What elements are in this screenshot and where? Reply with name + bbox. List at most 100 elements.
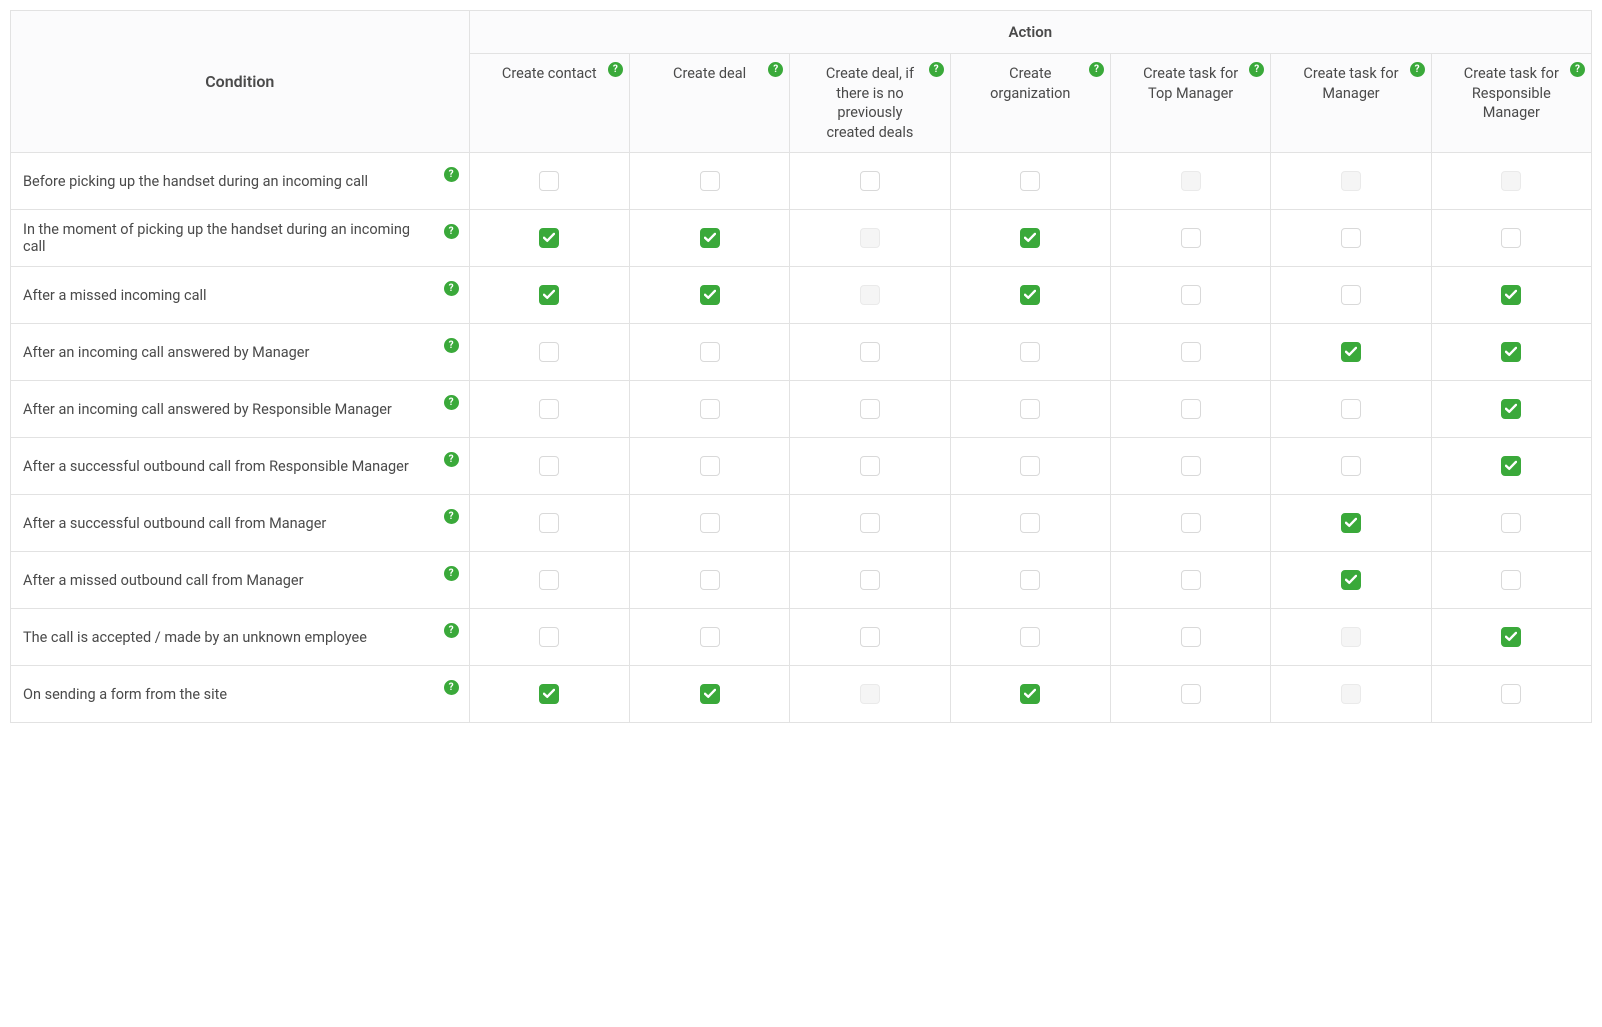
checkbox-before-pickup-incoming-create-organization[interactable]	[1020, 171, 1040, 191]
help-icon-condition-call-unknown-employee[interactable]: ?	[444, 623, 459, 638]
help-icon-condition-after-successful-outbound-manager[interactable]: ?	[444, 509, 459, 524]
help-icon-action-create-task-responsible-manager[interactable]: ?	[1570, 62, 1585, 77]
check-cell	[1431, 666, 1591, 723]
checkbox-after-incoming-answered-manager-create-task-top-manager[interactable]	[1181, 342, 1201, 362]
condition-label: After a successful outbound call from Re…	[23, 458, 409, 475]
checkbox-after-missed-incoming-create-task-manager[interactable]	[1341, 285, 1361, 305]
action-header-label: Create task for Manager	[1296, 64, 1406, 103]
checkbox-moment-pickup-incoming-create-deal-if-none	[860, 228, 880, 248]
help-icon-condition-after-successful-outbound-responsible[interactable]: ?	[444, 452, 459, 467]
checkbox-after-successful-outbound-responsible-create-task-responsible-manager[interactable]	[1501, 456, 1521, 476]
checkbox-moment-pickup-incoming-create-contact[interactable]	[539, 228, 559, 248]
checkbox-call-unknown-employee-create-contact[interactable]	[539, 627, 559, 647]
checkbox-moment-pickup-incoming-create-task-manager[interactable]	[1341, 228, 1361, 248]
help-icon-action-create-deal-if-none[interactable]: ?	[929, 62, 944, 77]
checkbox-after-missed-outbound-manager-create-task-manager[interactable]	[1341, 570, 1361, 590]
table-row: The call is accepted / made by an unknow…	[11, 609, 1592, 666]
checkbox-call-unknown-employee-create-deal[interactable]	[700, 627, 720, 647]
checkbox-on-sending-form-create-contact[interactable]	[539, 684, 559, 704]
checkbox-moment-pickup-incoming-create-task-top-manager[interactable]	[1181, 228, 1201, 248]
checkbox-on-sending-form-create-task-responsible-manager[interactable]	[1501, 684, 1521, 704]
checkbox-before-pickup-incoming-create-contact[interactable]	[539, 171, 559, 191]
checkbox-after-missed-outbound-manager-create-contact[interactable]	[539, 570, 559, 590]
check-cell	[1271, 666, 1431, 723]
checkbox-on-sending-form-create-deal-if-none	[860, 684, 880, 704]
checkbox-after-missed-outbound-manager-create-deal[interactable]	[700, 570, 720, 590]
checkbox-after-incoming-answered-manager-create-contact[interactable]	[539, 342, 559, 362]
action-header-create-organization: Create organization?	[950, 54, 1110, 153]
checkbox-after-successful-outbound-responsible-create-organization[interactable]	[1020, 456, 1040, 476]
help-icon-action-create-deal[interactable]: ?	[768, 62, 783, 77]
checkbox-after-missed-incoming-create-organization[interactable]	[1020, 285, 1040, 305]
checkbox-after-successful-outbound-manager-create-deal[interactable]	[700, 513, 720, 533]
checkbox-after-missed-incoming-create-contact[interactable]	[539, 285, 559, 305]
checkbox-after-missed-incoming-create-task-top-manager[interactable]	[1181, 285, 1201, 305]
checkbox-after-successful-outbound-responsible-create-contact[interactable]	[539, 456, 559, 476]
help-icon-condition-after-incoming-answered-responsible[interactable]: ?	[444, 395, 459, 410]
action-header-create-task-manager: Create task for Manager?	[1271, 54, 1431, 153]
checkbox-after-successful-outbound-responsible-create-task-manager[interactable]	[1341, 456, 1361, 476]
action-header-label: Create task for Responsible Manager	[1456, 64, 1566, 123]
check-cell	[469, 153, 629, 210]
checkbox-after-incoming-answered-manager-create-task-responsible-manager[interactable]	[1501, 342, 1521, 362]
checkbox-after-incoming-answered-manager-create-deal[interactable]	[700, 342, 720, 362]
checkbox-after-incoming-answered-responsible-create-deal-if-none[interactable]	[860, 399, 880, 419]
checkbox-after-successful-outbound-responsible-create-task-top-manager[interactable]	[1181, 456, 1201, 476]
checkbox-after-incoming-answered-responsible-create-task-manager[interactable]	[1341, 399, 1361, 419]
check-cell	[629, 324, 789, 381]
checkbox-call-unknown-employee-create-organization[interactable]	[1020, 627, 1040, 647]
checkbox-after-successful-outbound-manager-create-task-manager[interactable]	[1341, 513, 1361, 533]
help-icon-condition-after-missed-outbound-manager[interactable]: ?	[444, 566, 459, 581]
checkbox-on-sending-form-create-task-top-manager[interactable]	[1181, 684, 1201, 704]
checkbox-after-successful-outbound-manager-create-contact[interactable]	[539, 513, 559, 533]
checkbox-after-missed-incoming-create-deal[interactable]	[700, 285, 720, 305]
checkbox-moment-pickup-incoming-create-task-responsible-manager[interactable]	[1501, 228, 1521, 248]
check-cell	[1271, 210, 1431, 267]
checkbox-after-successful-outbound-responsible-create-deal-if-none[interactable]	[860, 456, 880, 476]
checkbox-after-incoming-answered-responsible-create-organization[interactable]	[1020, 399, 1040, 419]
checkbox-before-pickup-incoming-create-deal[interactable]	[700, 171, 720, 191]
help-icon-condition-on-sending-form[interactable]: ?	[444, 680, 459, 695]
help-icon-action-create-task-manager[interactable]: ?	[1410, 62, 1425, 77]
checkbox-call-unknown-employee-create-task-top-manager[interactable]	[1181, 627, 1201, 647]
check-cell	[1431, 552, 1591, 609]
table-body: Before picking up the handset during an …	[11, 153, 1592, 723]
table-row: After an incoming call answered by Manag…	[11, 324, 1592, 381]
checkbox-after-missed-outbound-manager-create-task-responsible-manager[interactable]	[1501, 570, 1521, 590]
table-header: Condition Action Create contact?Create d…	[11, 11, 1592, 153]
checkbox-after-missed-incoming-create-task-responsible-manager[interactable]	[1501, 285, 1521, 305]
help-icon-condition-after-incoming-answered-manager[interactable]: ?	[444, 338, 459, 353]
help-icon-condition-before-pickup-incoming[interactable]: ?	[444, 167, 459, 182]
checkbox-after-incoming-answered-manager-create-organization[interactable]	[1020, 342, 1040, 362]
check-cell	[1431, 324, 1591, 381]
checkbox-after-incoming-answered-responsible-create-deal[interactable]	[700, 399, 720, 419]
checkbox-after-missed-outbound-manager-create-deal-if-none[interactable]	[860, 570, 880, 590]
condition-cell-after-incoming-answered-responsible: After an incoming call answered by Respo…	[11, 381, 470, 438]
help-icon-action-create-contact[interactable]: ?	[608, 62, 623, 77]
checkbox-after-incoming-answered-responsible-create-task-top-manager[interactable]	[1181, 399, 1201, 419]
checkbox-after-missed-outbound-manager-create-task-top-manager[interactable]	[1181, 570, 1201, 590]
check-cell	[469, 381, 629, 438]
checkbox-after-successful-outbound-manager-create-deal-if-none[interactable]	[860, 513, 880, 533]
checkbox-after-successful-outbound-manager-create-task-top-manager[interactable]	[1181, 513, 1201, 533]
checkbox-call-unknown-employee-create-deal-if-none[interactable]	[860, 627, 880, 647]
check-cell	[950, 153, 1110, 210]
help-icon-action-create-organization[interactable]: ?	[1089, 62, 1104, 77]
checkbox-call-unknown-employee-create-task-responsible-manager[interactable]	[1501, 627, 1521, 647]
checkbox-after-incoming-answered-responsible-create-contact[interactable]	[539, 399, 559, 419]
checkbox-on-sending-form-create-organization[interactable]	[1020, 684, 1040, 704]
checkbox-after-incoming-answered-responsible-create-task-responsible-manager[interactable]	[1501, 399, 1521, 419]
help-icon-condition-moment-pickup-incoming[interactable]: ?	[444, 224, 459, 239]
help-icon-action-create-task-top-manager[interactable]: ?	[1249, 62, 1264, 77]
checkbox-after-successful-outbound-responsible-create-deal[interactable]	[700, 456, 720, 476]
checkbox-after-incoming-answered-manager-create-deal-if-none[interactable]	[860, 342, 880, 362]
checkbox-after-successful-outbound-manager-create-organization[interactable]	[1020, 513, 1040, 533]
checkbox-after-missed-outbound-manager-create-organization[interactable]	[1020, 570, 1040, 590]
checkbox-after-successful-outbound-manager-create-task-responsible-manager[interactable]	[1501, 513, 1521, 533]
checkbox-moment-pickup-incoming-create-deal[interactable]	[700, 228, 720, 248]
checkbox-on-sending-form-create-deal[interactable]	[700, 684, 720, 704]
checkbox-before-pickup-incoming-create-deal-if-none[interactable]	[860, 171, 880, 191]
help-icon-condition-after-missed-incoming[interactable]: ?	[444, 281, 459, 296]
checkbox-moment-pickup-incoming-create-organization[interactable]	[1020, 228, 1040, 248]
checkbox-after-incoming-answered-manager-create-task-manager[interactable]	[1341, 342, 1361, 362]
